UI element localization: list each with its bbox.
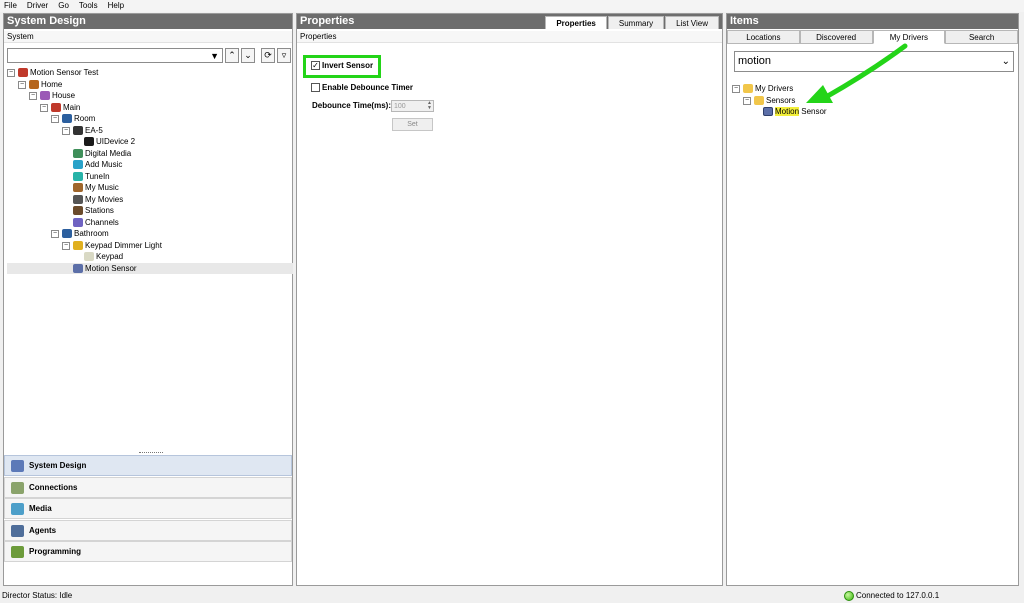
connection-status: Connected to 127.0.0.1 [844,588,940,603]
annotation-arrow [806,43,908,103]
connected-indicator-icon [844,591,854,601]
status-bar: Director Status: Idle Connected to 127.0… [0,588,1024,603]
director-status: Director Status: Idle [2,591,73,600]
connection-status-text: Connected to 127.0.0.1 [856,591,940,600]
